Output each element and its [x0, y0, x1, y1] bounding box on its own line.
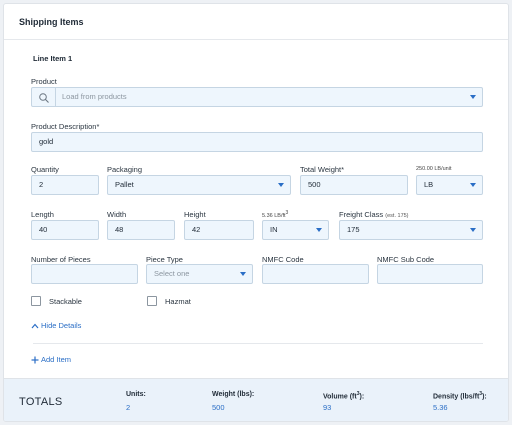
dimension-unit-value: IN	[270, 225, 278, 234]
width-input[interactable]: 48	[107, 220, 175, 240]
stackable-checkbox[interactable]	[31, 296, 41, 306]
density-label-prefix: Density (lbs/ft	[433, 393, 480, 401]
weight-total-label: Weight (lbs):	[212, 391, 255, 398]
quantity-label: Quantity	[31, 165, 59, 174]
chevron-down-icon	[278, 183, 284, 187]
packaging-value: Pallet	[115, 180, 134, 189]
hazmat-checkbox[interactable]	[147, 296, 157, 306]
density-note-sup: 3	[285, 210, 289, 216]
totals-bar: TOTALS Units: 2 Weight (lbs): 500 Volume…	[4, 378, 508, 421]
shipping-items-card: Shipping Items Line Item 1 Product Load …	[3, 3, 509, 422]
weight-unit-select[interactable]: LB	[416, 175, 483, 195]
chevron-up-icon	[31, 323, 39, 329]
packaging-select[interactable]: Pallet	[107, 175, 291, 195]
dimension-unit-select[interactable]: IN	[262, 220, 329, 240]
product-description-label: Product Description*	[31, 122, 100, 131]
volume-label-prefix: Volume (ft	[323, 393, 357, 401]
units-total-label: Units:	[126, 391, 146, 398]
freight-class-label: Freight Class (est. 175)	[339, 210, 409, 219]
chevron-down-icon	[240, 272, 246, 276]
freight-class-select[interactable]: 175	[339, 220, 483, 240]
length-input[interactable]: 40	[31, 220, 99, 240]
height-input[interactable]: 42	[184, 220, 254, 240]
total-weight-input[interactable]: 500	[300, 175, 408, 195]
packaging-label: Packaging	[107, 165, 143, 174]
add-item-text: Add Item	[41, 355, 72, 364]
weight-total-value: 500	[212, 403, 225, 412]
freight-class-estimate: (est. 175)	[385, 213, 409, 219]
chevron-down-icon	[470, 183, 476, 187]
search-divider	[55, 88, 56, 106]
hazmat-label: Hazmat	[165, 297, 191, 306]
weight-unit-value: LB	[424, 180, 434, 189]
units-total-value: 2	[126, 403, 131, 412]
weight-per-unit-note: 250.00 LB/unit	[416, 166, 452, 172]
density-total-value: 5.36	[433, 403, 448, 412]
density-note-text: 5.36 LB/ft	[262, 212, 286, 219]
freight-class-value: 175	[347, 225, 360, 234]
piece-type-placeholder: Select one	[154, 269, 190, 278]
card-header: Shipping Items	[4, 4, 508, 40]
hide-details-link[interactable]: Hide Details	[31, 321, 81, 330]
product-label: Product	[31, 77, 57, 86]
quantity-input[interactable]: 2	[31, 175, 99, 195]
totals-title: TOTALS	[19, 396, 63, 408]
nmfc-sub-code-input[interactable]	[377, 264, 483, 284]
piece-type-label: Piece Type	[146, 255, 183, 264]
nmfc-sub-code-label: NMFC Sub Code	[377, 255, 435, 264]
volume-label-suffix: ):	[359, 393, 365, 401]
product-search-select[interactable]: Load from products	[31, 87, 483, 107]
volume-total-label: Volume (ft3):	[323, 391, 364, 400]
product-placeholder: Load from products	[62, 92, 127, 101]
nmfc-code-input[interactable]	[262, 264, 369, 284]
line-item-title: Line Item 1	[33, 54, 73, 63]
density-label-suffix: ):	[482, 393, 487, 401]
chevron-down-icon	[316, 228, 322, 232]
number-of-pieces-label: Number of Pieces	[31, 255, 91, 264]
volume-total-value: 93	[323, 403, 332, 412]
search-icon	[39, 93, 49, 103]
nmfc-code-label: NMFC Code	[262, 255, 304, 264]
stackable-label: Stackable	[49, 297, 82, 306]
product-description-input[interactable]: gold	[31, 132, 483, 152]
hide-details-text: Hide Details	[41, 321, 82, 330]
card-title: Shipping Items	[19, 17, 84, 27]
chevron-down-icon	[470, 228, 476, 232]
total-weight-label: Total Weight*	[300, 165, 345, 174]
number-of-pieces-input[interactable]	[31, 264, 138, 284]
freight-class-label-text: Freight Class	[339, 210, 384, 219]
add-item-button[interactable]: Add Item	[31, 355, 71, 364]
plus-icon	[31, 356, 39, 364]
chevron-down-icon	[470, 95, 476, 99]
width-label: Width	[107, 210, 127, 219]
density-note: 5.36 LB/ft3	[262, 210, 288, 219]
divider	[33, 343, 483, 344]
piece-type-select[interactable]: Select one	[146, 264, 253, 284]
density-total-label: Density (lbs/ft3):	[433, 391, 487, 400]
height-label: Height	[184, 210, 206, 219]
length-label: Length	[31, 210, 54, 219]
